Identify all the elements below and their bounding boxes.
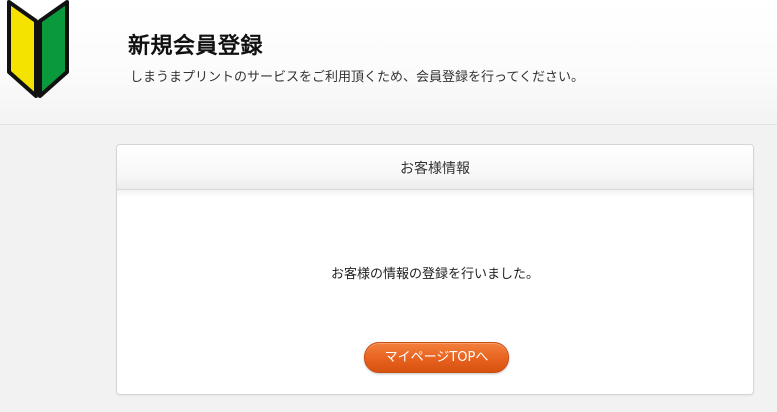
panel-header-divider: [117, 189, 753, 197]
page-title: 新規会員登録: [128, 34, 264, 59]
beginner-mark-icon: [7, 0, 69, 98]
page-description: しまうまプリントのサービスをご利用頂くため、会員登録を行ってください。: [130, 70, 584, 85]
page-header: 新規会員登録 しまうまプリントのサービスをご利用頂くため、会員登録を行ってくださ…: [0, 0, 777, 125]
mypage-top-button[interactable]: マイページTOPへ: [364, 342, 509, 373]
completion-message: お客様の情報の登録を行いました。: [330, 267, 539, 282]
customer-info-panel: お客様情報 お客様の情報の登録を行いました。 マイページTOPへ: [116, 144, 754, 395]
panel-title: お客様情報: [400, 161, 470, 177]
panel-header: お客様情報: [117, 145, 753, 190]
